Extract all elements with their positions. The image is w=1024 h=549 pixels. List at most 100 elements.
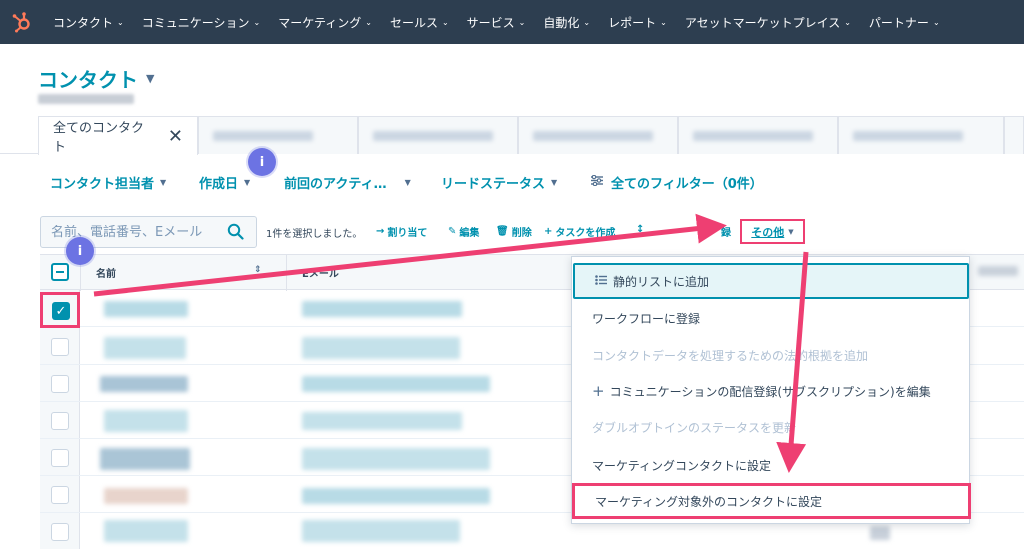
action-label: タスクを作成 xyxy=(555,228,616,239)
more-button[interactable]: その他 ▼ xyxy=(740,219,805,244)
add-to-static-list-item[interactable]: 静的リストに追加 xyxy=(573,263,969,299)
nav-sales[interactable]: セールス ⌄ xyxy=(381,0,458,44)
filter-label: 前回のアクティ… xyxy=(284,177,387,192)
contact-name-blurred[interactable] xyxy=(104,301,188,317)
action-label: 削除 xyxy=(511,228,532,239)
contact-email-blurred[interactable] xyxy=(302,337,460,359)
row-checkbox[interactable] xyxy=(51,412,69,430)
top-navigation: コンタクト ⌄ コミュニケーション ⌄ マーケティング ⌄ セールス ⌄ サービス ⌄ 自… xyxy=(0,0,1024,44)
contact-name-blurred[interactable] xyxy=(104,410,188,432)
nav-label: マーケティング xyxy=(278,15,362,30)
arrow-right-icon: → xyxy=(376,226,385,237)
menu-item-label: ワークフローに登録 xyxy=(592,311,701,326)
row-checkbox[interactable] xyxy=(51,338,69,356)
contact-name-blurred[interactable] xyxy=(104,520,188,542)
tab-label-blurred xyxy=(693,130,813,141)
set-non-marketing-contact-item[interactable]: マーケティング対象外のコンタクトに設定 xyxy=(572,483,971,519)
chevron-down-icon: ⌄ xyxy=(583,17,591,27)
nav-automation[interactable]: 自動化 ⌄ xyxy=(534,0,599,44)
nav-asset-marketplace[interactable]: アセットマーケットプレイス ⌄ xyxy=(676,0,860,44)
search-icon[interactable] xyxy=(227,223,244,243)
page-title[interactable]: コンタクト ▼ xyxy=(38,64,154,93)
chevron-down-icon: ▼ xyxy=(551,178,558,187)
nav-label: コンタクト xyxy=(53,15,114,30)
create-task-button[interactable]: + タスクを作成 xyxy=(544,224,615,239)
row-checkbox[interactable] xyxy=(51,523,69,541)
filter-icon xyxy=(591,174,603,190)
action-label: 割り当て xyxy=(387,228,428,239)
filter-lead-status[interactable]: リードステータス ▼ xyxy=(441,173,557,192)
tab-view-7[interactable] xyxy=(1004,116,1024,154)
more-label: その他 xyxy=(751,225,785,239)
column-header-email[interactable]: Eメール xyxy=(302,265,339,280)
plus-icon: + xyxy=(592,382,605,400)
chevron-down-icon: ▼ xyxy=(244,178,251,187)
menu-item-label: 静的リストに追加 xyxy=(613,274,710,289)
filter-all-filters[interactable]: 全てのフィルター（0件） xyxy=(591,173,763,192)
tab-all-contacts[interactable]: 全てのコンタクト ✕ xyxy=(38,116,198,155)
menu-item-label: ダブルオプトインのステータスを更新 xyxy=(592,420,797,435)
hubspot-logo-icon[interactable] xyxy=(0,0,44,44)
contact-email-blurred[interactable] xyxy=(302,412,462,430)
assign-button[interactable]: → 割り当て xyxy=(376,224,427,239)
set-marketing-contact-item[interactable]: マーケティングコンタクトに設定 xyxy=(572,447,971,483)
row-checkbox[interactable] xyxy=(51,375,69,393)
chevron-down-icon: ⌄ xyxy=(253,17,261,27)
action-label: 録 xyxy=(721,228,731,239)
tab-label: 全てのコンタクト xyxy=(53,121,145,155)
view-tabs: 全てのコンタクト ✕ xyxy=(0,116,1024,155)
filter-label: リードステータス xyxy=(441,177,546,192)
delete-button[interactable]: 🗑 削除 xyxy=(496,224,532,239)
column-divider xyxy=(286,255,287,291)
row-checkbox[interactable] xyxy=(51,449,69,467)
filter-created-date[interactable]: 作成日 ▼ xyxy=(199,173,250,192)
select-all-checkbox[interactable] xyxy=(51,263,69,281)
chevron-down-icon: ▼ xyxy=(404,178,411,187)
edit-subscriptions-item[interactable]: + コミュニケーションの配信登録(サブスクリプション)を編集 xyxy=(572,373,971,409)
contact-name-blurred[interactable] xyxy=(104,488,188,504)
tab-label-blurred xyxy=(373,130,493,141)
nav-service[interactable]: サービス ⌄ xyxy=(458,0,535,44)
tab-view-2[interactable] xyxy=(198,116,358,154)
info-badge[interactable]: i xyxy=(248,148,276,176)
enroll-label-partial[interactable]: 録 xyxy=(721,224,731,239)
enroll-sequence-button[interactable]: ↕ xyxy=(636,224,647,235)
nav-label: レポート xyxy=(608,15,657,30)
tab-label-blurred xyxy=(533,130,653,141)
sequence-icon: ↕ xyxy=(636,224,645,235)
nav-marketing[interactable]: マーケティング ⌄ xyxy=(269,0,381,44)
update-double-opt-in-item: ダブルオプトインのステータスを更新 xyxy=(572,409,971,445)
contact-email-blurred[interactable] xyxy=(302,520,460,542)
tab-view-5[interactable] xyxy=(678,116,838,154)
contact-name-blurred[interactable] xyxy=(104,337,186,359)
contact-name-blurred[interactable] xyxy=(100,448,190,470)
contact-name-blurred[interactable] xyxy=(100,376,188,392)
contact-email-blurred[interactable] xyxy=(302,488,490,504)
nav-contacts[interactable]: コンタクト ⌄ xyxy=(44,0,133,44)
sort-icon[interactable]: ⇕ xyxy=(254,265,262,275)
nav-reports[interactable]: レポート ⌄ xyxy=(599,0,676,44)
tab-view-4[interactable] xyxy=(518,116,678,154)
row-checkbox[interactable] xyxy=(51,486,69,504)
close-icon[interactable]: ✕ xyxy=(168,126,183,147)
chevron-down-icon: ⌄ xyxy=(932,17,940,27)
info-badge[interactable]: i xyxy=(66,237,94,265)
page-title-text: コンタクト xyxy=(38,68,138,92)
contact-email-blurred[interactable] xyxy=(302,376,490,392)
filter-label: 作成日 xyxy=(199,177,239,192)
tab-view-3[interactable] xyxy=(358,116,518,154)
contact-email-blurred[interactable] xyxy=(302,448,490,470)
nav-partner[interactable]: パートナー ⌄ xyxy=(860,0,949,44)
chevron-down-icon: ⌄ xyxy=(441,17,449,27)
filter-last-activity[interactable]: 前回のアクティ… ▼ xyxy=(284,173,411,192)
action-label: 編集 xyxy=(459,228,480,239)
filter-contact-owner[interactable]: コンタクト担当者 ▼ xyxy=(50,173,166,192)
contact-email-blurred[interactable] xyxy=(302,301,462,317)
menu-item-label: マーケティング対象外のコンタクトに設定 xyxy=(595,494,823,509)
nav-conversations[interactable]: コミュニケーション ⌄ xyxy=(133,0,269,44)
tab-view-6[interactable] xyxy=(838,116,1004,154)
edit-button[interactable]: ✎ 編集 xyxy=(448,224,479,239)
enroll-workflow-item[interactable]: ワークフローに登録 xyxy=(572,300,971,336)
chevron-down-icon: ⌄ xyxy=(365,17,372,27)
column-header-name[interactable]: 名前 xyxy=(96,265,116,280)
